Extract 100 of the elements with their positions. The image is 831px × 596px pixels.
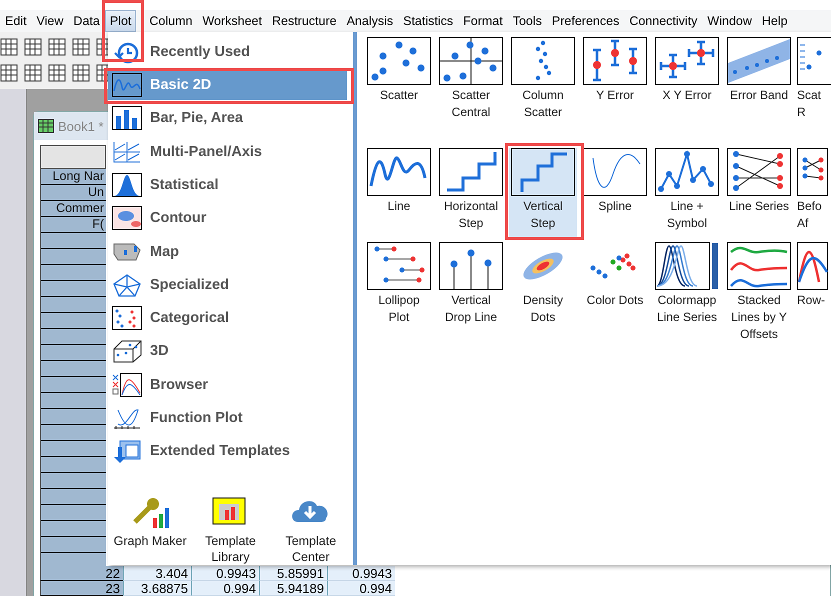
highlight-frame <box>102 0 144 62</box>
menu-category[interactable]: Map <box>108 236 347 266</box>
menu-category[interactable]: Browser <box>108 370 347 400</box>
category-icon <box>112 372 142 397</box>
menu-item[interactable]: View <box>32 10 68 32</box>
plot-icon <box>367 242 431 290</box>
plot-icon <box>367 148 431 196</box>
table-cell: 3.404 <box>123 566 191 581</box>
menu-item[interactable]: Data <box>68 10 105 32</box>
template-tile[interactable]: X Y Error <box>653 37 721 110</box>
toolbar-icon[interactable] <box>0 38 18 56</box>
plot-icon <box>367 37 431 85</box>
plot-icon <box>511 148 575 196</box>
menu-item[interactable]: Worksheet <box>197 10 267 32</box>
category-icon <box>112 439 142 464</box>
toolbar-icon[interactable] <box>72 38 90 56</box>
template-tile[interactable]: Row- <box>797 242 827 315</box>
plot-icon <box>655 242 719 290</box>
menu-category[interactable]: Bar, Pie, Area <box>108 104 347 133</box>
menu-category[interactable]: Extended Templates <box>108 436 347 466</box>
template-tile[interactable]: Column Scatter <box>509 37 577 127</box>
template-tile[interactable]: Scatter Central <box>437 37 505 127</box>
row-label: Commer <box>55 201 105 217</box>
worksheet-icon <box>38 119 54 133</box>
template-tile[interactable]: Vertical Step <box>509 148 577 238</box>
category-icon <box>112 272 142 297</box>
row-number: 23 <box>40 581 123 596</box>
menu-item[interactable]: Format <box>458 10 508 32</box>
template-tile[interactable]: Y Error <box>581 37 649 110</box>
row-label: Un <box>87 185 105 201</box>
plot-icon <box>583 148 647 196</box>
category-icon <box>112 339 142 364</box>
menu-category[interactable]: 3D <box>108 336 347 366</box>
category-icon <box>112 72 142 97</box>
category-icon <box>112 206 142 230</box>
plot-icon <box>439 148 503 196</box>
menu-category[interactable]: Statistical <box>108 170 347 200</box>
template-tile[interactable]: Stacked Lines by Y Offsets <box>725 242 793 349</box>
menu-item[interactable]: Preferences <box>546 10 624 32</box>
menu-category[interactable]: Categorical <box>108 304 347 333</box>
menu-category[interactable]: Function Plot <box>108 403 347 433</box>
plot-icon <box>439 37 503 85</box>
menu-item[interactable]: Window <box>702 10 757 32</box>
template-tile[interactable]: Color Dots <box>581 242 649 315</box>
menu-item[interactable]: Edit <box>0 10 32 32</box>
tool-button[interactable]: Graph Maker <box>112 492 188 566</box>
table-cell: 0.9943 <box>327 566 395 581</box>
menu-item[interactable]: Restructure <box>266 10 342 32</box>
category-icon <box>112 172 142 197</box>
toolbar-icon[interactable] <box>24 38 42 56</box>
row-number: 22 <box>40 566 123 581</box>
category-icon <box>112 306 142 330</box>
menu-item[interactable]: Connectivity <box>624 10 702 32</box>
table-cell: 0.994 <box>191 581 259 596</box>
toolbar-icon[interactable] <box>24 64 42 82</box>
template-tile[interactable]: Line <box>365 148 433 221</box>
menu-category[interactable]: Specialized <box>108 270 347 300</box>
table-cell: 0.994 <box>327 581 395 596</box>
menu-item[interactable]: Column <box>144 10 198 32</box>
toolbar-icon[interactable] <box>48 38 66 56</box>
plot-icon <box>439 242 503 290</box>
tool-button[interactable]: Template Center <box>272 492 349 566</box>
menu-category[interactable]: Contour <box>108 204 347 233</box>
template-tile[interactable]: Error Band <box>725 37 793 110</box>
menu-item[interactable]: Plot <box>104 10 136 32</box>
template-tile[interactable]: Scat R <box>797 37 827 127</box>
template-tile[interactable]: Line Series <box>725 148 793 221</box>
table-cell: 3.68875 <box>123 581 191 596</box>
row-label: F( <box>91 217 105 233</box>
plot-icon <box>727 37 791 85</box>
template-tile[interactable]: Scatter <box>365 37 433 110</box>
worksheet-title: Book1 * <box>58 118 104 134</box>
menu-item[interactable]: Analysis <box>342 10 398 32</box>
template-tile[interactable]: Spline <box>581 148 649 221</box>
plot-icon <box>511 37 575 85</box>
template-tile[interactable]: Density Dots <box>509 242 577 332</box>
plot-icon <box>727 148 791 196</box>
template-tile[interactable]: Horizontal Step <box>437 148 505 238</box>
category-icon <box>112 106 142 130</box>
row-label: Long Nar <box>52 169 105 185</box>
tool-button[interactable]: Template Library <box>192 492 268 566</box>
toolbar-icon[interactable] <box>72 64 90 82</box>
toolbar-icon[interactable] <box>0 64 18 82</box>
menu-item[interactable]: Statistics <box>398 10 458 32</box>
table-cell: 5.85991 <box>259 566 327 581</box>
menu-item[interactable]: Help <box>756 10 793 32</box>
menu-category[interactable]: Multi-Panel/Axis <box>108 136 347 166</box>
template-tile[interactable]: Line + Symbol <box>653 148 721 238</box>
template-tile[interactable]: Befo Af <box>797 148 827 238</box>
category-icon <box>112 140 142 164</box>
plot-icon <box>583 37 647 85</box>
menu-category[interactable]: Recently Used <box>108 37 347 66</box>
template-tile[interactable]: Lollipop Plot <box>365 242 433 332</box>
template-tile[interactable]: Vertical Drop Line <box>437 242 505 332</box>
plot-icon <box>727 242 791 290</box>
menu-item[interactable]: Tools <box>508 10 547 32</box>
toolbar-icon[interactable] <box>48 64 66 82</box>
table-cell: 0.9943 <box>191 566 259 581</box>
template-tile[interactable]: Colormapp Line Series <box>653 242 721 332</box>
table-cell: 5.94189 <box>259 581 327 596</box>
